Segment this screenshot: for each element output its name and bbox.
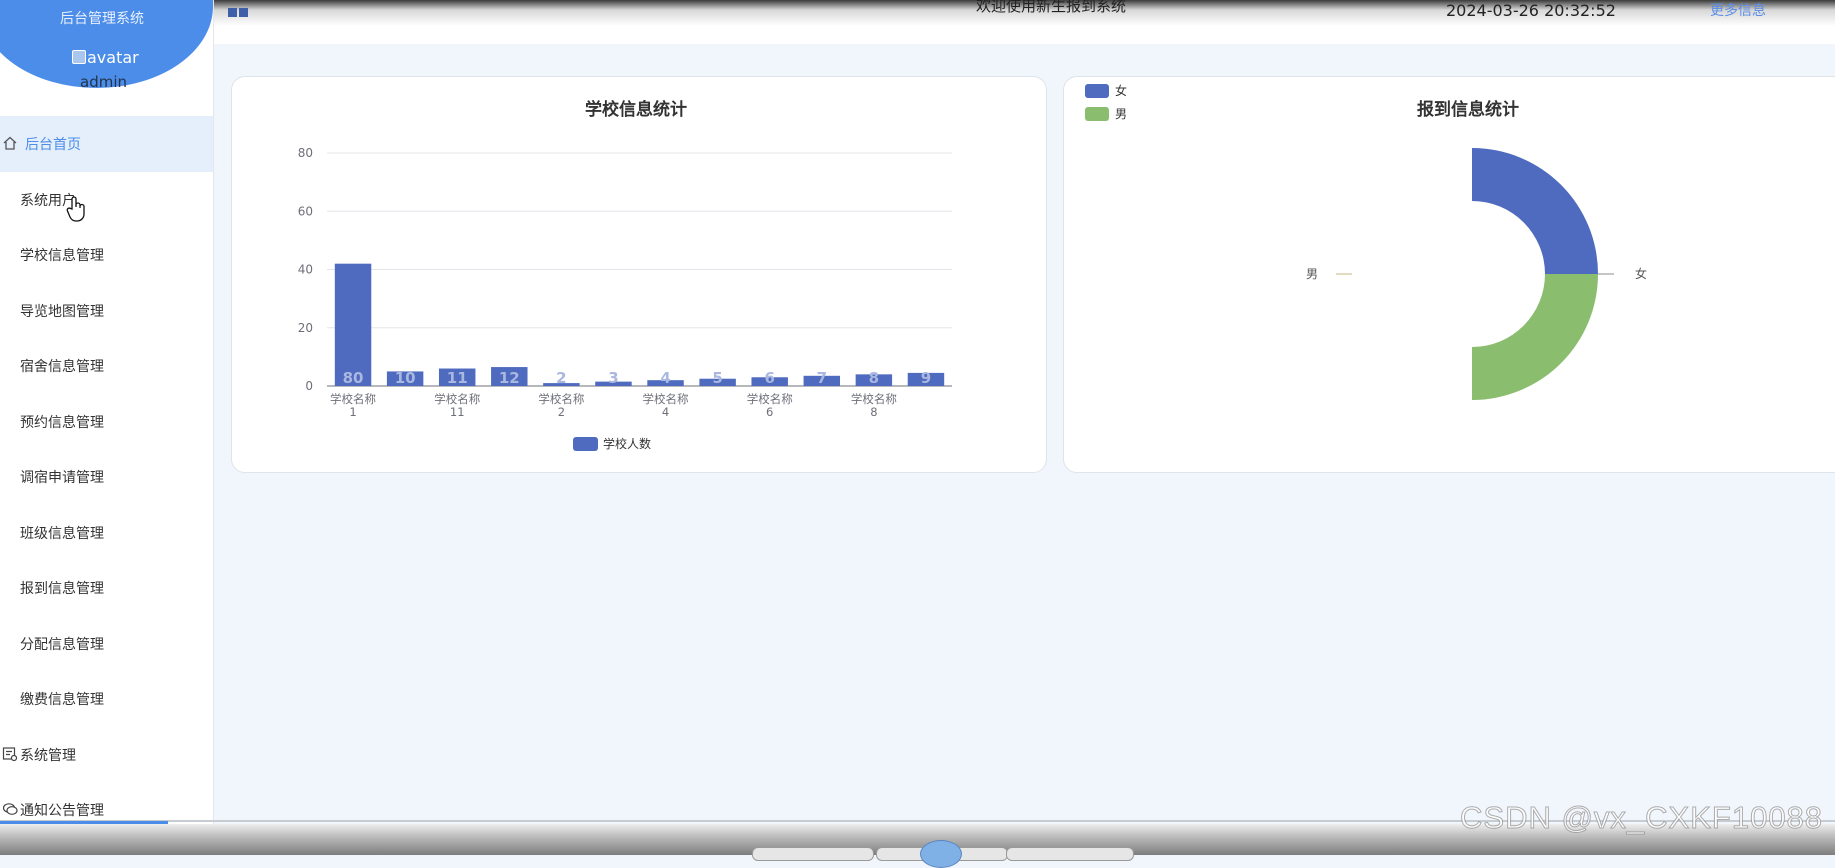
sidebar-item-dorm-change[interactable]: 调宿申请管理 bbox=[0, 449, 213, 505]
sidebar-item-label: 缴费信息管理 bbox=[20, 692, 104, 708]
registration-stats-card: 报到信息统计 女男女男 bbox=[1063, 76, 1835, 473]
legend-swatch bbox=[1085, 107, 1109, 121]
x-tick-label: 学校名称 bbox=[434, 392, 480, 406]
sidebar: 后台管理系统 avatar admin 后台首页 系统用户 学校信息管理 导览地… bbox=[0, 0, 214, 855]
sidebar-item-home[interactable]: 后台首页 bbox=[0, 116, 213, 172]
sidebar-item-label: 后台首页 bbox=[25, 137, 81, 153]
bar-data-label: 5 bbox=[712, 369, 722, 387]
x-tick-label: 学校名称 bbox=[330, 392, 376, 406]
x-tick-label: 学校名称 bbox=[851, 392, 897, 406]
menu-toggle-icon[interactable] bbox=[228, 2, 250, 17]
sidebar-item-payment[interactable]: 缴费信息管理 bbox=[0, 671, 213, 727]
y-tick-label: 20 bbox=[298, 321, 313, 335]
top-header: 欢迎使用新生报到系统 2024-03-26 20:32:52 更多信息 bbox=[0, 0, 1835, 44]
avatar-alt-text: avatar bbox=[87, 48, 139, 67]
pie-chart: 女男女男 bbox=[1085, 83, 1647, 400]
play-button[interactable] bbox=[920, 840, 962, 868]
x-tick-label: 2 bbox=[558, 405, 565, 419]
bar-data-label: 6 bbox=[764, 369, 774, 387]
sidebar-item-reservation[interactable]: 预约信息管理 bbox=[0, 394, 213, 450]
bar-chart: 02040608080 10 11 12 2 3 4 5 6 7 8 9学校名称1学校名称11学校名称… bbox=[298, 146, 952, 451]
sidebar-item-label: 调宿申请管理 bbox=[20, 470, 104, 486]
settings-list-icon bbox=[2, 746, 18, 761]
x-tick-label: 11 bbox=[450, 405, 465, 419]
x-tick-label: 8 bbox=[870, 405, 877, 419]
sidebar-item-label: 预约信息管理 bbox=[20, 414, 104, 431]
pie-slice bbox=[1472, 148, 1598, 274]
legend-label: 学校人数 bbox=[603, 436, 651, 451]
y-tick-label: 80 bbox=[298, 146, 313, 160]
control-pill-left[interactable] bbox=[752, 847, 874, 861]
pie-slice-label: 男 bbox=[1306, 267, 1318, 281]
bar-data-label: 11 bbox=[447, 369, 468, 387]
sidebar-item-label: 班级信息管理 bbox=[20, 525, 104, 542]
sidebar-item-label: 系统管理 bbox=[20, 747, 76, 764]
sidebar-item-label: 报到信息管理 bbox=[20, 581, 104, 597]
x-tick-label: 学校名称 bbox=[643, 392, 689, 406]
sidebar-item-registration[interactable]: 报到信息管理 bbox=[0, 560, 213, 616]
bar-data-label: 8 bbox=[869, 369, 879, 387]
sidebar-nav: 后台首页 系统用户 学校信息管理 导览地图管理 宿舍信息管理 预约信息管理 调宿… bbox=[0, 116, 213, 838]
sidebar-item-label: 宿舍信息管理 bbox=[20, 359, 104, 375]
x-tick-label: 学校名称 bbox=[747, 392, 793, 406]
sidebar-item-class[interactable]: 班级信息管理 bbox=[0, 505, 213, 561]
pie-slice bbox=[1472, 274, 1598, 400]
sidebar-item-label: 学校信息管理 bbox=[20, 248, 104, 264]
x-tick-label: 4 bbox=[662, 405, 669, 419]
control-pill-right[interactable] bbox=[1006, 847, 1134, 861]
bar-data-label: 7 bbox=[817, 369, 827, 387]
bar-data-label: 12 bbox=[499, 369, 520, 387]
legend-label: 女 bbox=[1115, 83, 1127, 98]
sidebar-item-dorm[interactable]: 宿舍信息管理 bbox=[0, 338, 213, 394]
sidebar-item-system-management[interactable]: 系统管理 bbox=[0, 727, 213, 783]
home-icon bbox=[3, 136, 17, 150]
bar-data-label: 3 bbox=[608, 369, 618, 387]
legend-label: 男 bbox=[1115, 107, 1127, 121]
more-info-link[interactable]: 更多信息 bbox=[1710, 0, 1766, 20]
y-tick-label: 40 bbox=[298, 263, 313, 277]
bar-data-label: 2 bbox=[556, 369, 566, 387]
watermark: CSDN @vx_CXKF10088 bbox=[1459, 800, 1824, 836]
school-stats-card: 学校信息统计 0 20 40 60 80 80 10 11 12 2 3 4 5 6 7 8 9 学校名称 1 学校名… bbox=[231, 76, 1047, 473]
y-tick-label: 0 bbox=[305, 379, 313, 393]
current-datetime: 2024-03-26 20:32:52 bbox=[1446, 1, 1616, 20]
sidebar-item-label: 导览地图管理 bbox=[20, 303, 104, 320]
bar-data-label: 80 bbox=[343, 369, 364, 387]
x-tick-label: 学校名称 bbox=[538, 392, 584, 406]
sidebar-item-system-users[interactable]: 系统用户 bbox=[0, 172, 213, 228]
hand-cursor-icon bbox=[66, 196, 85, 222]
sidebar-item-label: 分配信息管理 bbox=[20, 636, 104, 653]
bar-data-label: 4 bbox=[660, 369, 670, 387]
bar bbox=[334, 263, 372, 386]
sidebar-header: 后台管理系统 avatar admin bbox=[0, 0, 213, 91]
sidebar-item-map[interactable]: 导览地图管理 bbox=[0, 283, 213, 339]
pie-slice-label: 女 bbox=[1635, 266, 1647, 281]
x-tick-label: 1 bbox=[349, 405, 356, 419]
x-tick-label: 6 bbox=[766, 405, 773, 419]
sidebar-item-allocation[interactable]: 分配信息管理 bbox=[0, 616, 213, 672]
broken-image-icon bbox=[72, 50, 86, 64]
username: admin bbox=[80, 73, 127, 91]
system-name: 后台管理系统 bbox=[60, 11, 144, 27]
legend-swatch bbox=[1085, 84, 1109, 98]
bar-data-label: 9 bbox=[921, 369, 931, 387]
welcome-text: 欢迎使用新生报到系统 bbox=[976, 0, 1127, 15]
y-tick-label: 60 bbox=[298, 204, 313, 218]
sidebar-item-label: 通知公告管理 bbox=[20, 803, 104, 819]
chat-icon bbox=[2, 803, 18, 815]
legend-swatch bbox=[573, 437, 598, 451]
avatar[interactable]: avatar bbox=[72, 48, 139, 67]
sidebar-item-school-info[interactable]: 学校信息管理 bbox=[0, 227, 213, 283]
bar-data-label: 10 bbox=[395, 369, 416, 387]
